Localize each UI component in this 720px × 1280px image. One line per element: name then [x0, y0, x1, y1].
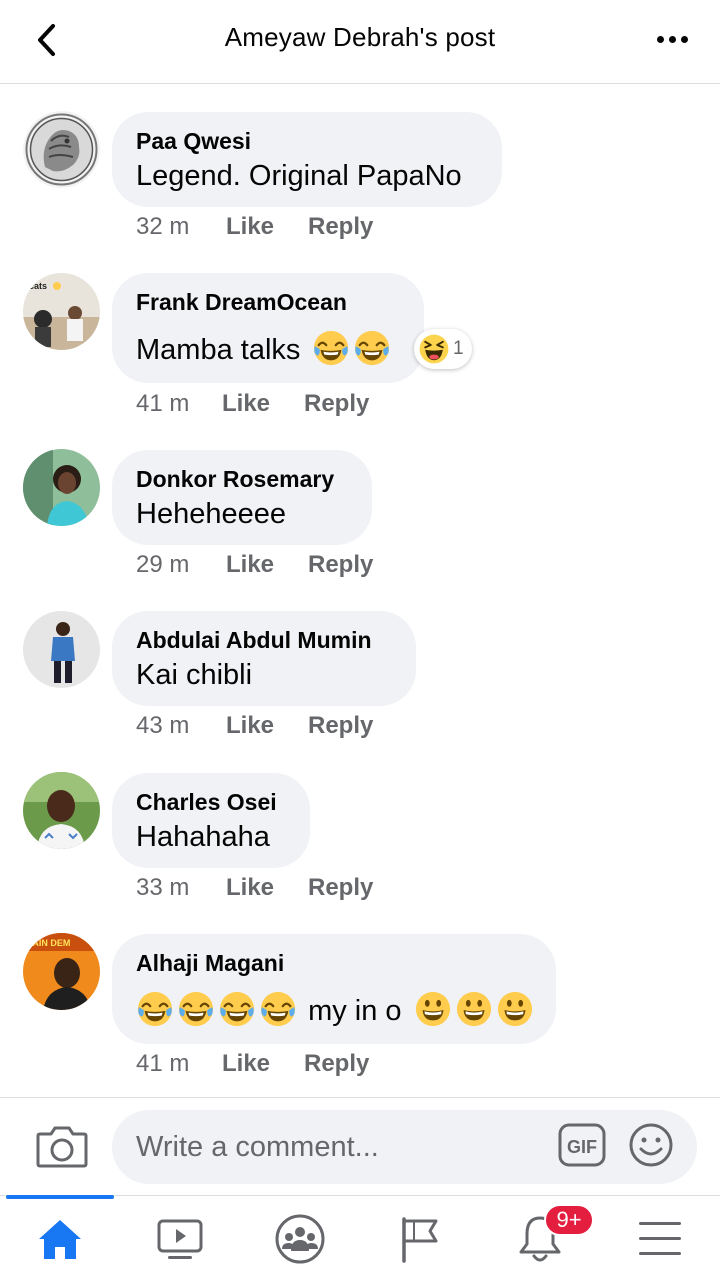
comment-bubble[interactable]: Alhaji Magani my in o [112, 934, 556, 1044]
bottom-navigation: 9+ [0, 1195, 720, 1280]
laughing-tears-emoji-icon [353, 329, 391, 367]
comment-bubble[interactable]: Paa Qwesi Legend. Original PapaNo [112, 112, 502, 207]
watch-icon [157, 1219, 203, 1259]
comment-composer: GIF [0, 1097, 720, 1195]
tab-watch[interactable] [120, 1196, 240, 1280]
comment-meta: 41 m Like Reply [136, 1050, 369, 1078]
comment-bubble[interactable]: Donkor Rosemary Heheheeee [112, 450, 372, 545]
laughing-tears-emoji-icon [177, 990, 215, 1028]
laughing-tears-emoji-icon [312, 329, 350, 367]
haha-reaction-icon [418, 333, 450, 365]
gif-button[interactable]: GIF [558, 1122, 606, 1168]
avatar[interactable] [23, 111, 100, 188]
reply-button[interactable]: Reply [308, 213, 373, 241]
comment-time: 41 m [136, 390, 190, 417]
grinning-emoji-icon [414, 990, 452, 1028]
comment-time: 33 m [136, 874, 190, 901]
comment-bubble[interactable]: Frank DreamOcean Mamba talks [112, 273, 424, 383]
comment-meta: 32 m Like Reply [136, 213, 373, 241]
like-button[interactable]: Like [226, 712, 308, 740]
comment-time: 43 m [136, 712, 190, 739]
like-button[interactable]: Like [226, 213, 308, 241]
comment-author[interactable]: Paa Qwesi [136, 126, 478, 156]
avatar[interactable]: PAIN DEM [23, 933, 100, 1010]
tab-menu[interactable] [600, 1196, 720, 1280]
reaction-summary[interactable]: 1 [414, 329, 472, 369]
reply-button[interactable]: Reply [308, 712, 373, 740]
like-button[interactable]: Like [222, 1050, 304, 1078]
laughing-tears-emoji-icon [218, 990, 256, 1028]
groups-icon [275, 1214, 325, 1263]
page-title: Ameyaw Debrah's post [224, 22, 496, 52]
notification-badge: 9+ [544, 1204, 594, 1236]
comment-text: Hahahaha [136, 821, 270, 853]
comment-text: Mamba talks [136, 334, 301, 366]
emoji-button[interactable] [628, 1122, 674, 1168]
comment-author[interactable]: Abdulai Abdul Mumin [136, 625, 392, 655]
top-bar: Ameyaw Debrah's post [0, 0, 720, 84]
reply-button[interactable]: Reply [308, 551, 373, 579]
comment-text: Kai chibli [136, 659, 253, 691]
tab-pages[interactable] [360, 1196, 480, 1280]
comment-author[interactable]: Donkor Rosemary [136, 464, 348, 494]
comment-text-line: Mamba talks [136, 329, 400, 370]
comment-meta: 43 m Like Reply [136, 712, 373, 740]
home-icon [39, 1219, 81, 1259]
like-button[interactable]: Like [226, 874, 308, 902]
comment-text: Legend. Original PapaNo [136, 160, 462, 192]
comment-input[interactable] [112, 1110, 697, 1184]
comment-bubble[interactable]: Abdulai Abdul Mumin Kai chibli [112, 611, 416, 706]
comment-time: 41 m [136, 1050, 190, 1077]
like-button[interactable]: Like [222, 390, 304, 418]
comment-meta: 41 m Like Reply [136, 390, 369, 418]
reaction-count: 1 [453, 338, 464, 359]
comment-text: my in o [308, 995, 402, 1027]
reply-button[interactable]: Reply [304, 390, 369, 418]
more-dot [668, 35, 676, 43]
grinning-emoji-icon [496, 990, 534, 1028]
reply-button[interactable]: Reply [308, 874, 373, 902]
photo-avatar-image [23, 611, 100, 688]
comment-meta: 33 m Like Reply [136, 874, 373, 902]
more-dot [680, 35, 688, 43]
laughing-tears-emoji-icon [259, 990, 297, 1028]
comment-bubble[interactable]: Charles Osei Hahahaha [112, 773, 310, 868]
comment-meta: 29 m Like Reply [136, 551, 373, 579]
avatar[interactable] [23, 449, 100, 526]
smiley-icon [629, 1123, 673, 1167]
reply-button[interactable]: Reply [304, 1050, 369, 1078]
comment-time: 32 m [136, 213, 190, 240]
comment-author[interactable]: Charles Osei [136, 787, 286, 817]
comment-author[interactable]: Frank DreamOcean [136, 287, 400, 317]
coin-avatar-image [23, 111, 100, 188]
like-button[interactable]: Like [226, 551, 308, 579]
pages-flag-icon [402, 1216, 438, 1263]
avatar[interactable] [23, 611, 100, 688]
photo-avatar-image [23, 772, 100, 849]
tab-groups[interactable] [240, 1196, 360, 1280]
gif-label: GIF [567, 1137, 597, 1157]
photo-avatar-image [23, 449, 100, 526]
camera-button[interactable] [34, 1122, 90, 1172]
photo-avatar-image: cats [23, 273, 100, 350]
avatar-caption: PAIN DEM [27, 938, 70, 948]
comment-text: Heheheeee [136, 498, 286, 530]
photo-avatar-image: PAIN DEM [23, 933, 100, 1010]
grinning-emoji-icon [455, 990, 493, 1028]
comment-author[interactable]: Alhaji Magani [136, 948, 532, 978]
comment-time: 29 m [136, 551, 190, 578]
laughing-tears-emoji-icon [136, 990, 174, 1028]
more-options-button[interactable] [650, 22, 694, 56]
comment-text-line: my in o [136, 990, 532, 1031]
menu-icon [639, 1221, 681, 1255]
avatar[interactable]: cats [23, 273, 100, 350]
avatar-caption: cats [29, 281, 47, 291]
gif-icon: GIF [558, 1123, 606, 1167]
more-dots-icon [656, 35, 664, 43]
tab-home[interactable] [0, 1196, 120, 1280]
camera-icon [36, 1126, 88, 1168]
avatar[interactable] [23, 772, 100, 849]
